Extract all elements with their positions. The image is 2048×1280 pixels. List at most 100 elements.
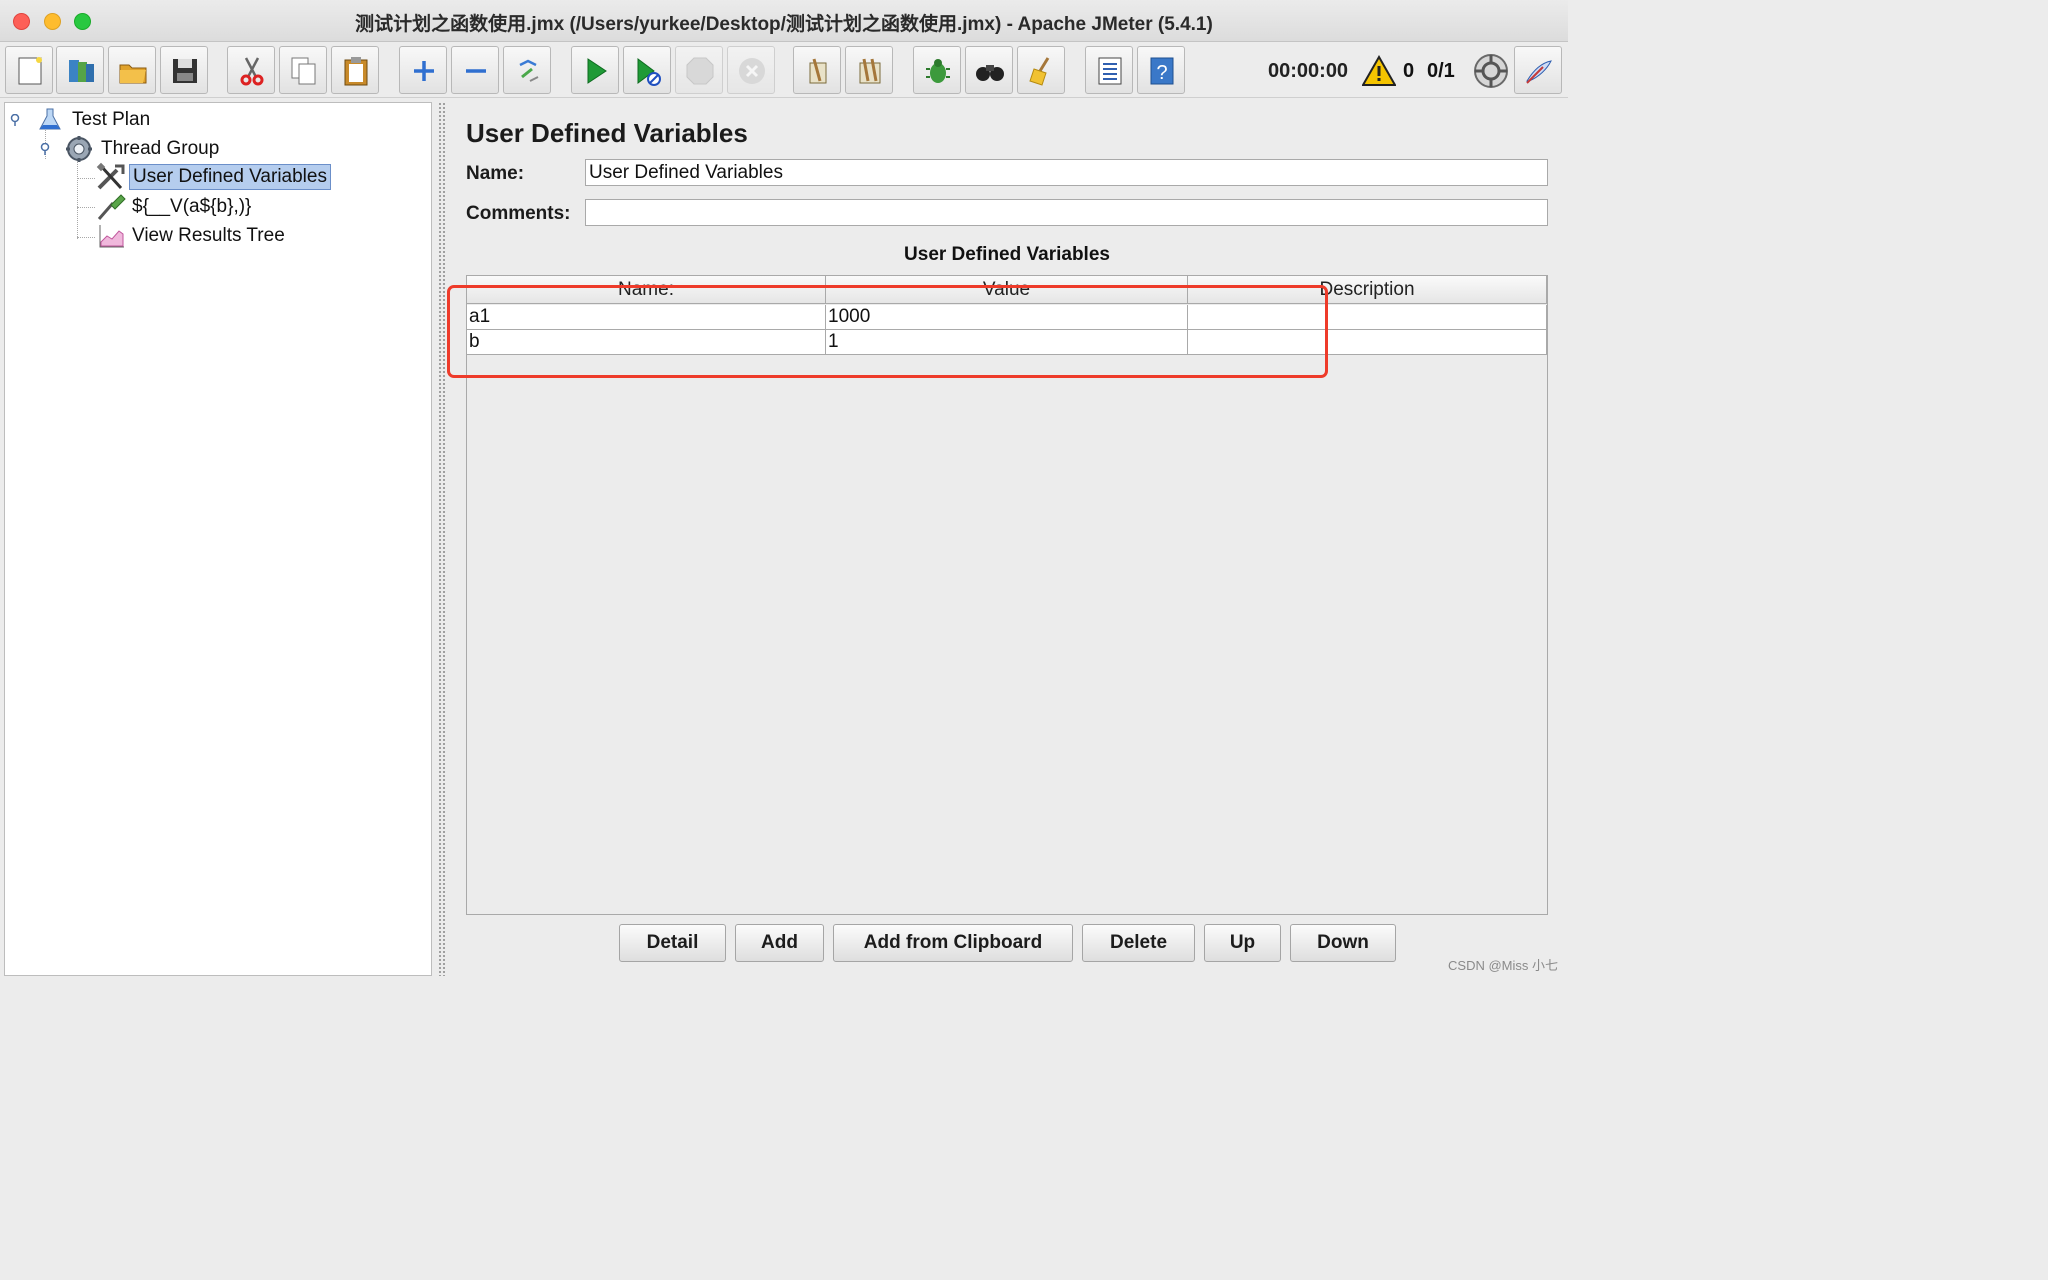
detail-button[interactable]: Detail bbox=[619, 924, 726, 962]
stop-button[interactable] bbox=[675, 46, 723, 94]
variables-table-caption: User Defined Variables bbox=[904, 244, 1110, 265]
thread-group-icon bbox=[66, 136, 92, 162]
variable-value-cell[interactable]: 1 bbox=[826, 330, 1188, 354]
start-button[interactable] bbox=[571, 46, 619, 94]
up-button[interactable]: Up bbox=[1204, 924, 1281, 962]
save-icon bbox=[173, 59, 197, 83]
svg-text:?: ? bbox=[1156, 62, 1167, 84]
new-button[interactable] bbox=[5, 46, 53, 94]
variable-description-cell[interactable] bbox=[1188, 330, 1547, 354]
tree-expanded-toggle-icon[interactable] bbox=[10, 114, 22, 126]
column-header-description[interactable]: Description bbox=[1188, 276, 1547, 303]
table-row[interactable]: a1 1000 bbox=[467, 305, 1547, 330]
elapsed-timer: 00:00:00 bbox=[1268, 60, 1349, 82]
clear-button[interactable] bbox=[793, 46, 841, 94]
watermark: CSDN @Miss 小七 bbox=[1448, 958, 1558, 973]
start-no-pauses-button[interactable] bbox=[623, 46, 671, 94]
stop-icon bbox=[686, 57, 714, 85]
tools-icon bbox=[96, 162, 125, 190]
open-button[interactable] bbox=[108, 46, 156, 94]
variables-table[interactable]: Name: Value Description a1 1000 b 1 bbox=[466, 275, 1548, 915]
add-button[interactable]: Add bbox=[735, 924, 824, 962]
tree-expanded-toggle-icon[interactable] bbox=[40, 143, 52, 155]
open-icon bbox=[119, 64, 147, 84]
templates-icon bbox=[69, 60, 94, 82]
function-helper-icon bbox=[1098, 57, 1122, 85]
clear-all-icon bbox=[859, 58, 881, 84]
table-row[interactable]: b 1 bbox=[467, 330, 1547, 355]
shutdown-button[interactable] bbox=[727, 46, 775, 94]
test-plan-tree[interactable]: Test Plan Thread Group User Defined Vari… bbox=[4, 102, 432, 976]
delete-button[interactable]: Delete bbox=[1082, 924, 1195, 962]
log-viewer-button[interactable] bbox=[1514, 46, 1562, 94]
name-field[interactable] bbox=[585, 159, 1548, 186]
tree-connector bbox=[77, 237, 95, 238]
warning-icon[interactable] bbox=[1362, 55, 1396, 87]
tree-item-user-defined-variables[interactable]: User Defined Variables bbox=[95, 162, 331, 190]
help-button[interactable]: ? bbox=[1137, 46, 1185, 94]
cut-button[interactable] bbox=[227, 46, 275, 94]
copy-icon bbox=[291, 57, 316, 85]
tree-connector bbox=[77, 178, 95, 179]
add-from-clipboard-button[interactable]: Add from Clipboard bbox=[833, 924, 1073, 962]
templates-button[interactable] bbox=[56, 46, 104, 94]
debug-icon bbox=[926, 59, 950, 83]
search-button[interactable] bbox=[965, 46, 1013, 94]
sampler-icon bbox=[97, 194, 126, 220]
feather-icon bbox=[1526, 60, 1552, 84]
table-header: Name: Value Description bbox=[467, 276, 1547, 304]
paste-icon bbox=[344, 57, 368, 86]
paste-button[interactable] bbox=[331, 46, 379, 94]
cut-icon bbox=[240, 57, 264, 86]
tree-item-label: Test Plan bbox=[72, 109, 151, 130]
tree-connector bbox=[77, 207, 95, 208]
panel-splitter[interactable] bbox=[438, 102, 446, 976]
tree-connector bbox=[77, 157, 78, 239]
save-button[interactable] bbox=[160, 46, 208, 94]
name-label: Name: bbox=[466, 163, 525, 184]
comments-field[interactable] bbox=[585, 199, 1548, 226]
toggle-button[interactable] bbox=[503, 46, 551, 94]
expand-all-button[interactable] bbox=[399, 46, 447, 94]
new-icon bbox=[18, 57, 42, 85]
help-icon: ? bbox=[1150, 57, 1174, 85]
reset-search-icon bbox=[1029, 57, 1050, 86]
clear-icon bbox=[809, 58, 827, 84]
title-bar: 测试计划之函数使用.jmx (/Users/yurkee/Desktop/测试计… bbox=[0, 0, 1568, 42]
collapse-all-button[interactable] bbox=[451, 46, 499, 94]
window-title: 测试计划之函数使用.jmx (/Users/yurkee/Desktop/测试计… bbox=[355, 14, 1213, 35]
copy-button[interactable] bbox=[279, 46, 327, 94]
active-threads-count: 0/1 bbox=[1427, 60, 1455, 82]
tree-item-label: View Results Tree bbox=[132, 225, 285, 246]
column-header-value[interactable]: Value bbox=[826, 276, 1188, 303]
down-button[interactable]: Down bbox=[1290, 924, 1396, 962]
test-plan-icon bbox=[39, 108, 61, 130]
clear-all-button[interactable] bbox=[845, 46, 893, 94]
panel-title: User Defined Variables bbox=[466, 118, 748, 148]
variable-name-cell[interactable]: b bbox=[467, 330, 826, 354]
collapse-icon bbox=[466, 69, 486, 73]
toggle-icon bbox=[519, 59, 539, 82]
tree-item-test-plan[interactable]: Test Plan bbox=[35, 107, 153, 133]
variable-name-cell[interactable]: a1 bbox=[467, 305, 826, 329]
function-helper-button[interactable] bbox=[1085, 46, 1133, 94]
variable-description-cell[interactable] bbox=[1188, 305, 1547, 329]
search-icon bbox=[976, 65, 1004, 81]
tree-item-view-results-tree[interactable]: View Results Tree bbox=[95, 223, 288, 249]
debug-button[interactable] bbox=[913, 46, 961, 94]
start-icon bbox=[587, 58, 607, 84]
column-header-name[interactable]: Name: bbox=[467, 276, 826, 303]
chart-icon bbox=[99, 225, 124, 248]
tree-item-sampler[interactable]: ${__V(a${b},)} bbox=[95, 194, 254, 220]
start-no-pauses-icon bbox=[637, 58, 661, 86]
tree-item-thread-group[interactable]: Thread Group bbox=[63, 136, 222, 162]
shutdown-icon bbox=[739, 58, 765, 84]
warning-count: 0 bbox=[1403, 60, 1415, 82]
tree-item-label: Thread Group bbox=[101, 138, 220, 159]
comments-label: Comments: bbox=[466, 203, 571, 224]
variable-value-cell[interactable]: 1000 bbox=[826, 305, 1188, 329]
tree-item-label: ${__V(a${b},)} bbox=[132, 196, 252, 217]
tree-item-label: User Defined Variables bbox=[129, 164, 331, 190]
reset-search-button[interactable] bbox=[1017, 46, 1065, 94]
remote-status-icon[interactable] bbox=[1473, 53, 1509, 89]
